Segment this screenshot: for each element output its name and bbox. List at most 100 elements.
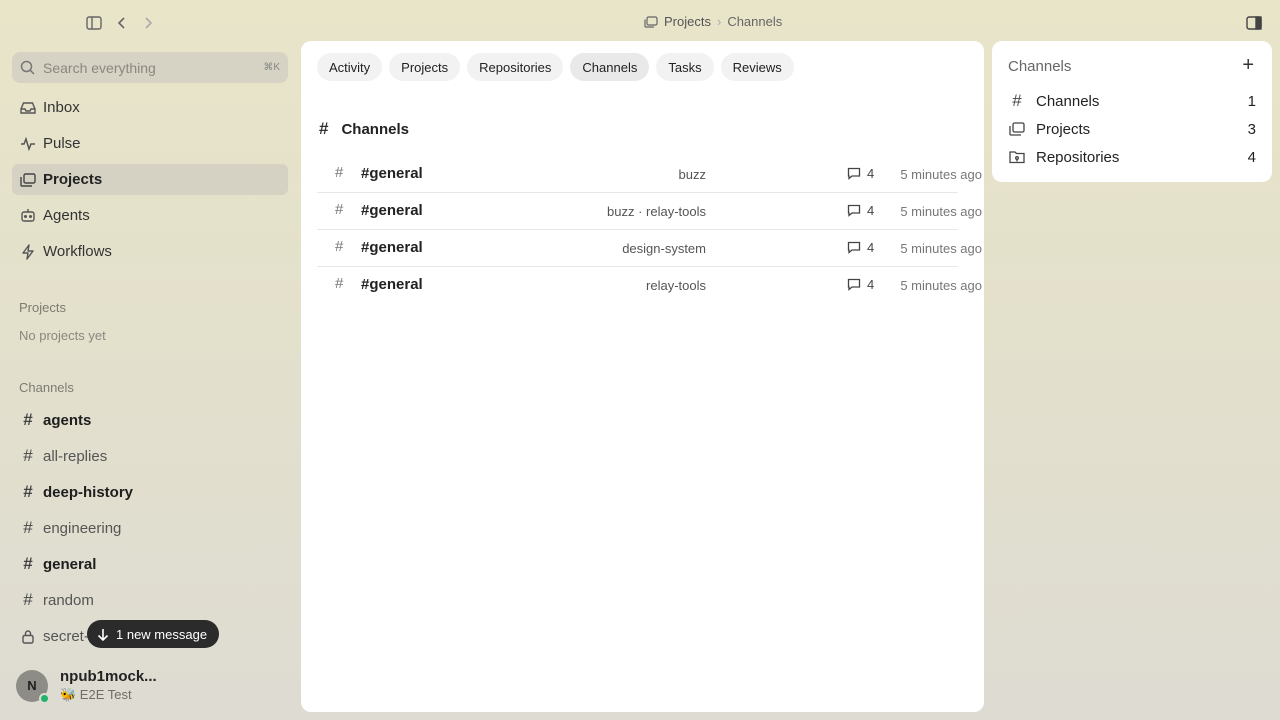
table-row[interactable]: # #general design-system 4 5 minutes ago: [317, 230, 984, 267]
breadcrumb-projects[interactable]: Projects: [644, 14, 711, 29]
hash-icon: #: [335, 238, 344, 255]
row-project: buzz: [678, 167, 706, 182]
sidebar-channel-deep-history[interactable]: # deep-history: [12, 477, 288, 507]
toast-label: 1 new message: [116, 626, 208, 642]
hash-icon: #: [23, 554, 33, 573]
sidebar-channel-general[interactable]: # general: [12, 549, 288, 579]
hash-icon: #: [23, 410, 33, 429]
channel-label: engineering: [43, 519, 122, 537]
tab-reviews[interactable]: Reviews: [720, 53, 794, 81]
hash-icon: #: [335, 275, 344, 292]
nav-item-label: Projects: [43, 171, 103, 188]
forward-arrow-icon[interactable]: [138, 13, 158, 33]
count-value: 4: [867, 203, 875, 218]
hash-icon: #: [23, 590, 33, 609]
right-panel-toggle-icon[interactable]: [1244, 13, 1264, 33]
user-status: 🐝 E2E Test: [60, 687, 132, 702]
channel-label: secret-: [43, 627, 89, 645]
right-panel-item-count: 1: [1247, 92, 1256, 110]
search-input[interactable]: [43, 59, 264, 76]
row-channel-name: #general: [361, 202, 423, 219]
right-panel-title: Channels: [1008, 58, 1072, 75]
channels-section-label: Channels: [19, 380, 74, 395]
sidebar-toggle-icon[interactable]: [84, 13, 104, 33]
breadcrumb-parent-label: Projects: [664, 14, 711, 29]
message-icon: [847, 204, 861, 217]
breadcrumb-separator: ›: [716, 14, 722, 29]
right-panel-item-label: Projects: [1036, 120, 1091, 138]
channel-label: general: [43, 555, 97, 573]
add-icon[interactable]: +: [1242, 55, 1254, 75]
nav-item-projects[interactable]: Projects: [12, 164, 288, 195]
search-icon: [20, 60, 35, 75]
right-panel-item-label: Channels: [1036, 92, 1100, 110]
user-name: npub1mock...: [60, 668, 157, 685]
row-message-count: 4: [847, 203, 874, 218]
lightning-icon: [19, 243, 37, 261]
lock-icon: [19, 629, 37, 644]
nav-item-pulse[interactable]: Pulse: [12, 128, 288, 159]
sidebar-channel-agents[interactable]: # agents: [12, 405, 288, 435]
nav-item-workflows[interactable]: Workflows: [12, 236, 288, 267]
tab-activity[interactable]: Activity: [317, 53, 383, 81]
nav-item-label: Pulse: [43, 135, 81, 152]
table-row[interactable]: # #general buzz · relay-tools 4 5 minute…: [317, 193, 984, 230]
right-panel-item-channels[interactable]: # Channels 1: [1008, 87, 1256, 115]
repository-icon: [1008, 150, 1026, 164]
count-value: 4: [867, 240, 875, 255]
right-panel-item-projects[interactable]: Projects 3: [1008, 115, 1256, 143]
arrow-down-icon: [97, 628, 109, 641]
hash-icon: #: [319, 119, 329, 138]
hash-icon: #: [1012, 91, 1022, 110]
projects-icon: [1008, 122, 1026, 136]
projects-icon: [19, 171, 37, 189]
nav-item-inbox[interactable]: Inbox: [12, 92, 288, 123]
user-profile[interactable]: N npub1mock... 🐝 E2E Test: [16, 668, 157, 704]
table-row[interactable]: # #general relay-tools 4 5 minutes ago: [317, 267, 984, 304]
hash-icon: #: [335, 201, 344, 218]
nav-item-label: Inbox: [43, 99, 80, 116]
search-bar[interactable]: ⌘K: [12, 52, 288, 83]
right-panel-item-label: Repositories: [1036, 148, 1120, 166]
sidebar-channel-all-replies[interactable]: # all-replies: [12, 441, 288, 471]
new-message-toast[interactable]: 1 new message: [87, 620, 220, 648]
row-channel-name: #general: [361, 239, 423, 256]
breadcrumb: Projects › Channels: [644, 14, 782, 29]
row-timestamp: 5 minutes ago: [900, 204, 982, 219]
row-channel-name: #general: [361, 165, 423, 182]
right-panel-item-repositories[interactable]: Repositories 4: [1008, 143, 1256, 171]
nav-item-label: Workflows: [43, 243, 112, 260]
hash-icon: #: [23, 518, 33, 537]
row-project: design-system: [622, 241, 706, 256]
no-projects-note: No projects yet: [19, 328, 106, 343]
tab-channels[interactable]: Channels: [570, 53, 650, 81]
row-timestamp: 5 minutes ago: [900, 167, 982, 182]
sidebar-channel-random[interactable]: # random: [12, 585, 288, 615]
hash-icon: #: [335, 164, 344, 181]
nav-item-label: Agents: [43, 207, 90, 224]
row-message-count: 4: [847, 166, 874, 181]
tab-tasks[interactable]: Tasks: [656, 53, 714, 81]
row-timestamp: 5 minutes ago: [900, 278, 982, 293]
channel-label: agents: [43, 411, 92, 429]
tab-projects[interactable]: Projects: [389, 53, 461, 81]
row-timestamp: 5 minutes ago: [900, 241, 982, 256]
right-panel-item-count: 4: [1247, 148, 1256, 166]
row-message-count: 4: [847, 240, 874, 255]
sidebar-channel-engineering[interactable]: # engineering: [12, 513, 288, 543]
top-bar: Projects › Channels: [0, 0, 1280, 44]
projects-icon: [644, 15, 658, 28]
channel-label: deep-history: [43, 483, 134, 501]
nav-item-agents[interactable]: Agents: [12, 200, 288, 231]
back-arrow-icon[interactable]: [112, 13, 132, 33]
count-value: 4: [867, 277, 875, 292]
count-value: 4: [867, 166, 875, 181]
row-project: relay-tools: [646, 278, 706, 293]
avatar-initial: N: [27, 678, 37, 693]
avatar[interactable]: N: [16, 669, 50, 704]
tab-repositories[interactable]: Repositories: [467, 53, 564, 81]
main-panel: Activity Projects Repositories Channels …: [301, 41, 984, 712]
row-message-count: 4: [847, 277, 874, 292]
right-panel: Channels + # Channels 1 Projects 3 Repos…: [992, 41, 1272, 182]
table-row[interactable]: # #general buzz 4 5 minutes ago: [317, 156, 984, 193]
